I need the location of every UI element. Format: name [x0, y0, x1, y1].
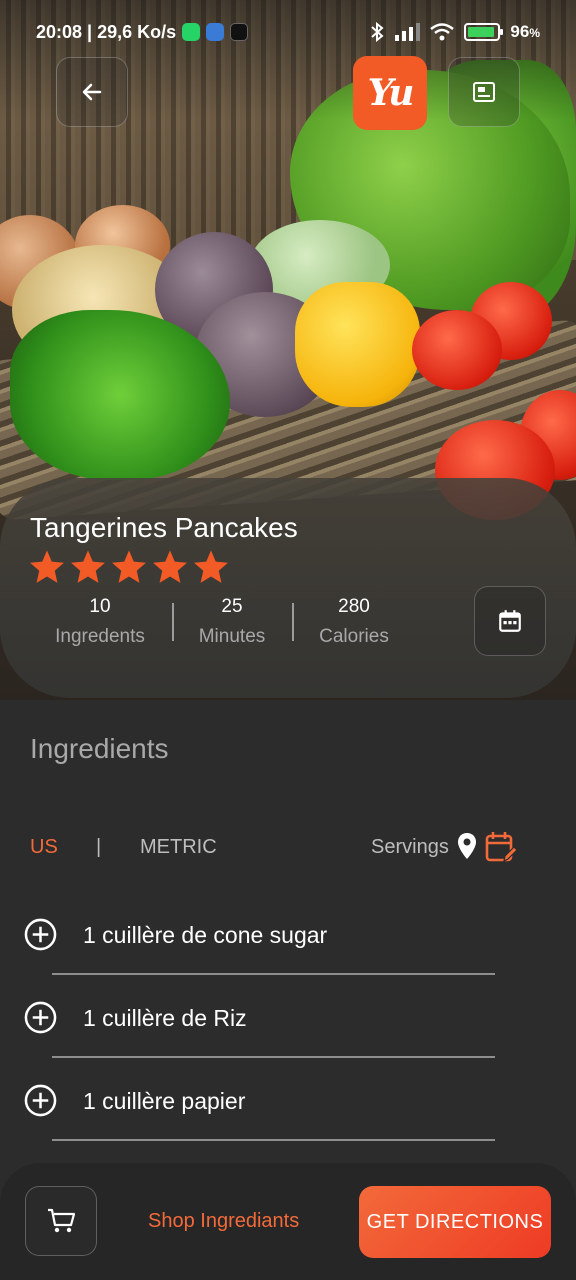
image-button[interactable] — [448, 57, 520, 127]
ingredient-text: 1 cuillère de cone sugar — [83, 922, 328, 948]
shop-ingredients-link[interactable]: Shop Ingrediants — [148, 1210, 299, 1233]
wifi-icon — [430, 23, 455, 41]
cart-icon — [48, 1208, 76, 1233]
add-circle-icon[interactable] — [24, 1001, 57, 1034]
unit-us-tab[interactable]: US — [30, 836, 58, 859]
cart-button[interactable] — [25, 1186, 97, 1256]
ingredient-divider — [52, 1056, 495, 1058]
rating-stars — [28, 548, 230, 586]
stat-divider — [172, 603, 174, 641]
unit-separator: | — [96, 836, 102, 858]
logo-text: Yu — [367, 72, 415, 114]
stat-value: 280 — [338, 596, 370, 617]
bluetooth-icon — [371, 22, 384, 42]
image-card-icon — [473, 82, 495, 102]
add-circle-icon[interactable] — [24, 918, 57, 951]
ingredients-heading: Ingredients — [30, 733, 169, 764]
calendar-edit-icon[interactable] — [484, 830, 518, 864]
stat-minutes: 25 Minutes — [190, 596, 274, 648]
battery-level: 96 — [510, 22, 530, 41]
stat-value: 25 — [221, 596, 243, 617]
stat-divider — [292, 603, 294, 641]
battery-icon — [464, 23, 504, 41]
ingredient-row: 1 cuillère de Riz — [0, 1001, 576, 1085]
servings-label: Servings — [371, 836, 449, 858]
signal-icon — [395, 23, 421, 41]
whatsapp-icon — [182, 23, 201, 41]
star-icon — [153, 550, 187, 583]
app-notification-icon — [206, 23, 225, 41]
calendar-icon — [499, 610, 521, 632]
star-icon — [30, 550, 64, 583]
schedule-button[interactable] — [474, 586, 546, 656]
star-icon — [71, 550, 105, 583]
stat-label: Minutes — [198, 626, 266, 647]
ingredient-row: 1 cuillère de cone sugar — [0, 918, 576, 1002]
app-logo: Yu — [353, 56, 427, 130]
stat-calories: 280 Calories — [312, 596, 396, 648]
ingredient-divider — [52, 1139, 495, 1141]
add-circle-icon[interactable] — [24, 1084, 57, 1117]
get-directions-button[interactable]: GET DIRECTIONS — [359, 1186, 551, 1258]
status-time: 20:08 | 29,6 Ko/s — [36, 21, 177, 42]
recipe-title: Tangerines Pancakes — [30, 512, 298, 543]
stat-label: Ingredents — [55, 626, 145, 647]
star-icon — [194, 550, 228, 583]
stat-label: Calories — [319, 626, 389, 647]
back-button[interactable] — [56, 57, 128, 127]
ingredient-text: 1 cuillère de Riz — [83, 1005, 247, 1031]
location-pin-icon[interactable] — [456, 832, 478, 860]
ingredient-text: 1 cuillère papier — [83, 1088, 246, 1114]
stat-value: 10 — [89, 596, 111, 617]
status-bar: 20:08 | 29,6 Ko/s 96% — [0, 0, 576, 64]
stat-ingredients: 10 Ingredents — [48, 596, 152, 648]
unit-metric-tab[interactable]: METRIC — [140, 836, 217, 859]
tiktok-icon — [230, 23, 249, 41]
battery-unit: % — [529, 26, 540, 40]
ingredient-divider — [52, 973, 495, 975]
ingredient-row: 1 cuillère papier — [0, 1084, 576, 1168]
arrow-left-icon — [82, 83, 102, 101]
star-icon — [112, 550, 146, 583]
